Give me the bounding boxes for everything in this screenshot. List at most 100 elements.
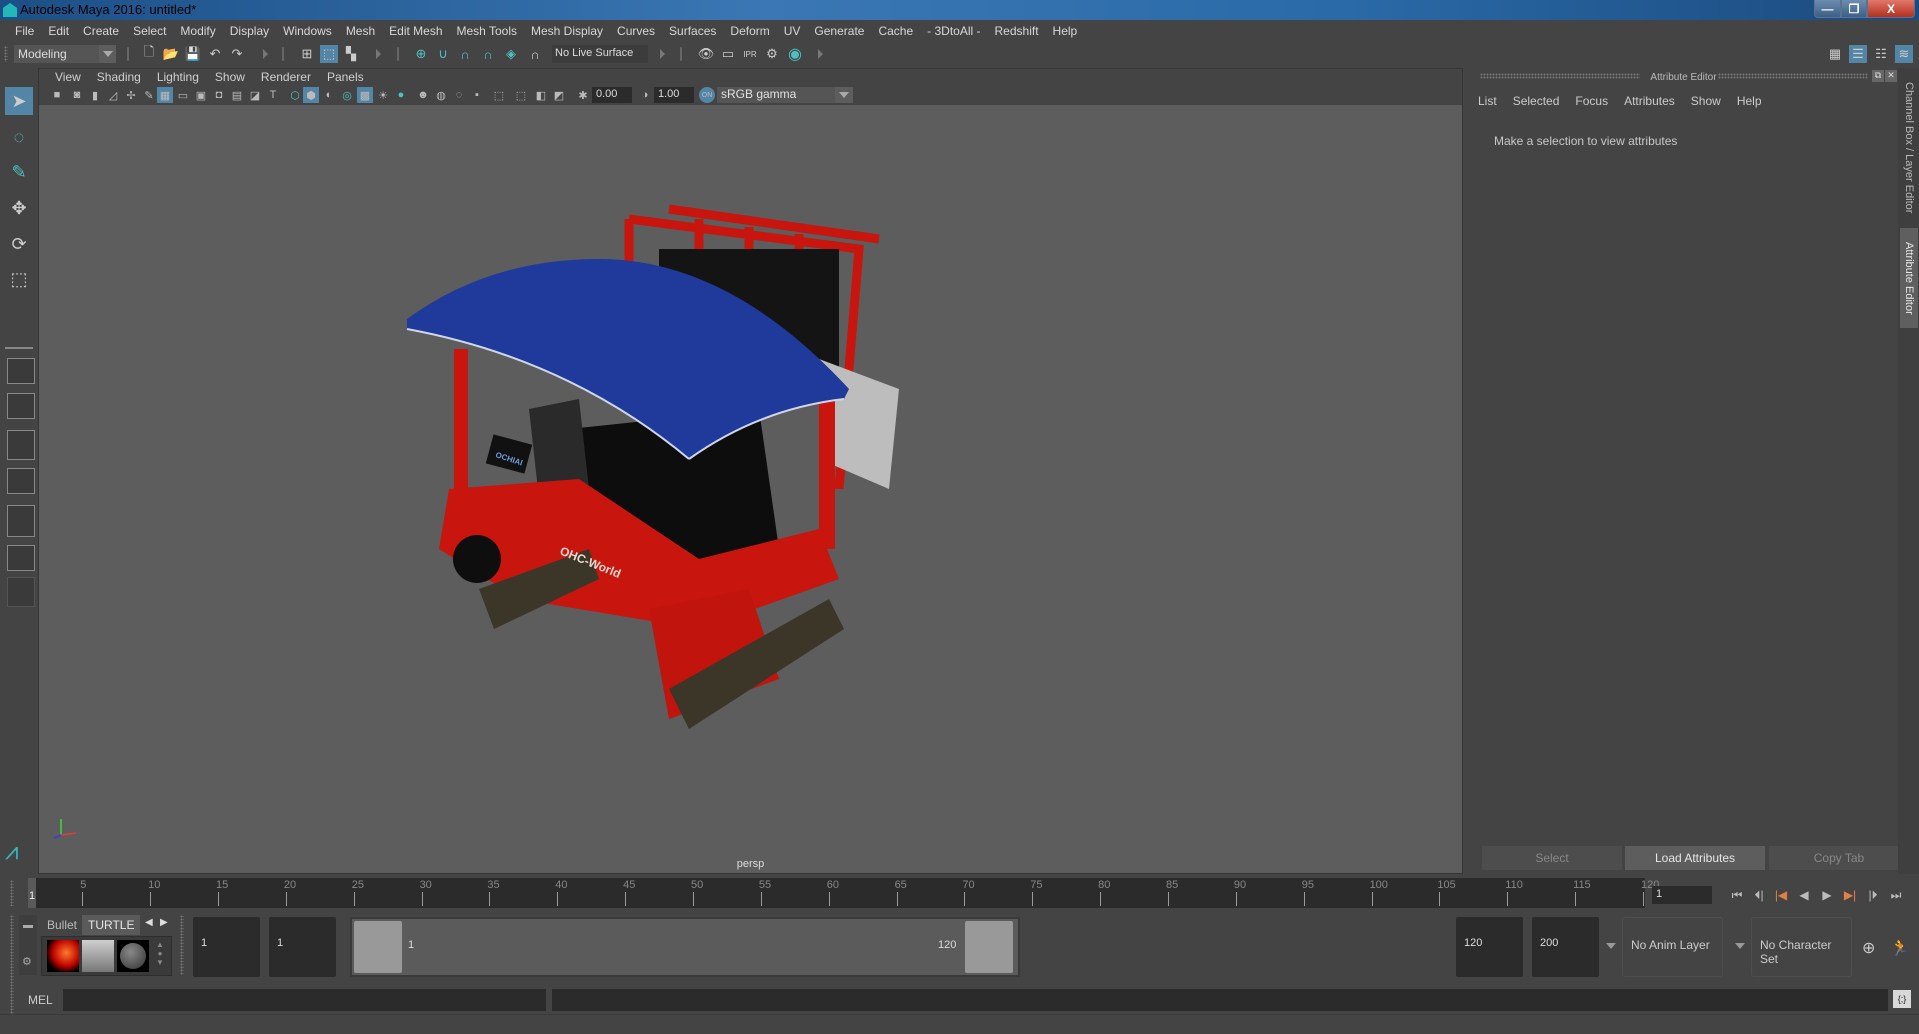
select-by-object-icon[interactable]: ⬚ — [320, 45, 338, 63]
range-start-handle[interactable] — [354, 921, 402, 973]
outliner-persp-layout-button[interactable] — [7, 430, 35, 460]
single-pane-layout-button[interactable] — [7, 358, 35, 384]
menu-file[interactable]: File — [8, 24, 41, 38]
collapse-arrow-icon[interactable] — [263, 49, 268, 59]
viewport-menu-lighting[interactable]: Lighting — [149, 70, 207, 84]
select-tool-icon[interactable]: ➤ — [5, 87, 33, 115]
select-button[interactable]: Select — [1482, 846, 1622, 870]
character-set-field[interactable]: No Character Set — [1751, 917, 1852, 977]
select-by-component-icon[interactable]: ▚ — [342, 45, 360, 63]
command-input[interactable] — [63, 989, 546, 1011]
minimize-button[interactable]: — — [1814, 0, 1841, 18]
view-transform-dropdown[interactable]: sRGB gamma — [717, 87, 853, 103]
shelf-menu-icon[interactable] — [23, 925, 33, 928]
menu-deform[interactable]: Deform — [723, 24, 776, 38]
step-back-frame-icon[interactable]: ⏴| — [1750, 886, 1768, 904]
ae-menu-help[interactable]: Help — [1737, 94, 1762, 108]
viewport-menu-view[interactable]: View — [47, 70, 89, 84]
film-gate-icon[interactable]: ▭ — [175, 87, 191, 103]
shelf-tab-turtle[interactable]: TURTLE — [82, 915, 141, 935]
tab-attribute-editor[interactable]: Attribute Editor — [1900, 228, 1918, 328]
viewport-menu-show[interactable]: Show — [207, 70, 253, 84]
live-surface-field[interactable]: No Live Surface — [552, 45, 648, 63]
menu-generate[interactable]: Generate — [807, 24, 871, 38]
shelf-scroll-left-icon[interactable]: ◀ — [145, 917, 153, 928]
command-language-label[interactable]: MEL — [28, 993, 53, 1007]
anim-layer-dropdown-arrow-icon[interactable] — [1606, 943, 1616, 949]
viewport-menu-shading[interactable]: Shading — [89, 70, 149, 84]
xray-icon[interactable]: ◎ — [339, 87, 355, 103]
step-forward-frame-icon[interactable]: |⏵ — [1864, 886, 1882, 904]
menu-edit[interactable]: Edit — [41, 24, 76, 38]
2d-pan-zoom-icon[interactable]: ✢ — [123, 87, 139, 103]
render-view-icon[interactable]: 👁 — [697, 45, 715, 63]
ae-menu-focus[interactable]: Focus — [1575, 94, 1608, 108]
rotate-tool-icon[interactable]: ⟳ — [5, 230, 33, 258]
menu-select[interactable]: Select — [126, 24, 173, 38]
attribute-editor-toggle-icon[interactable]: ☰ — [1849, 45, 1867, 63]
menu-help[interactable]: Help — [1046, 24, 1085, 38]
backface-culling-icon[interactable]: ◩ — [551, 87, 567, 103]
undo-icon[interactable]: ↶ — [206, 45, 224, 63]
animation-start-field[interactable]: 1 — [193, 917, 260, 977]
depth-of-field-icon[interactable]: ▪ — [469, 87, 485, 103]
turtle-bake-icon[interactable] — [47, 940, 79, 972]
viewport-panel[interactable]: View Shading Lighting Show Renderer Pane… — [38, 68, 1463, 874]
safe-title-icon[interactable]: T — [265, 87, 281, 103]
load-attributes-button[interactable]: Load Attributes — [1625, 846, 1765, 870]
lasso-tool-icon[interactable]: ◌ — [5, 123, 33, 151]
shelf-settings-icon[interactable]: ⚙ — [22, 955, 32, 968]
exposure-field[interactable]: 0.00 — [592, 87, 632, 103]
turtle-render-icon[interactable] — [82, 940, 114, 972]
menu-mesh-tools[interactable]: Mesh Tools — [450, 24, 524, 38]
ae-menu-list[interactable]: List — [1478, 94, 1497, 108]
smooth-shade-icon[interactable]: ⬢ — [303, 87, 319, 103]
ipr-render-icon[interactable]: IPR — [741, 45, 759, 63]
collapse-arrow-icon[interactable] — [376, 49, 381, 59]
open-scene-icon[interactable]: 📂 — [162, 45, 180, 63]
toolbar-grip[interactable] — [4, 46, 8, 62]
select-by-hierarchy-icon[interactable]: ⊞ — [298, 45, 316, 63]
save-scene-icon[interactable]: 💾 — [184, 45, 202, 63]
persp-graph-layout-button[interactable] — [7, 468, 35, 494]
playback-start-field[interactable]: 1 — [269, 917, 336, 977]
close-button[interactable]: X — [1867, 0, 1915, 18]
snap-to-curve-icon[interactable]: ∪ — [434, 45, 452, 63]
script-editor-icon[interactable]: {;} — [1893, 990, 1911, 1008]
shelf-tab-bullet[interactable]: Bullet — [41, 915, 83, 935]
camera-icon[interactable]: ■ — [49, 87, 65, 103]
anim-layer-field[interactable]: No Anim Layer — [1622, 917, 1723, 977]
range-grip[interactable] — [180, 915, 184, 975]
range-slider[interactable]: 1 120 — [350, 917, 1020, 977]
four-pane-layout-button[interactable] — [7, 393, 35, 419]
current-frame-field[interactable]: 1 — [1652, 886, 1712, 904]
snap-to-surface-icon[interactable]: ∩ — [526, 45, 544, 63]
camera-attributes-icon[interactable]: ◙ — [69, 87, 85, 103]
color-management-toggle[interactable]: ON — [699, 87, 715, 103]
wireframe-icon[interactable]: ⬡ — [287, 87, 303, 103]
auto-key-icon[interactable]: ⊕ — [1862, 938, 1875, 958]
tool-settings-icon[interactable]: ☷ — [1872, 45, 1890, 63]
paint-select-tool-icon[interactable]: ✎ — [5, 158, 33, 186]
resolution-gate-icon[interactable]: ▣ — [193, 87, 209, 103]
menu-edit-mesh[interactable]: Edit Mesh — [382, 24, 449, 38]
go-to-start-icon[interactable]: ⏮ — [1728, 886, 1746, 904]
textured-icon[interactable]: ▩ — [357, 87, 373, 103]
panel-grip[interactable] — [1718, 73, 1868, 79]
maximize-button[interactable]: ❐ — [1841, 0, 1867, 18]
menu-curves[interactable]: Curves — [610, 24, 662, 38]
new-scene-icon[interactable]: 🗋 — [140, 44, 158, 63]
gamma-field[interactable]: 1.00 — [654, 87, 694, 103]
menu-create[interactable]: Create — [76, 24, 126, 38]
menu-cache[interactable]: Cache — [871, 24, 920, 38]
menu-mesh[interactable]: Mesh — [339, 24, 382, 38]
collapse-arrow-icon[interactable] — [660, 49, 665, 59]
shadows-icon[interactable]: ● — [393, 87, 409, 103]
redo-icon[interactable]: ↷ — [228, 45, 246, 63]
time-slider-grip[interactable] — [10, 880, 14, 906]
menu-3dtoall[interactable]: - 3DtoAll - — [920, 24, 987, 38]
gate-mask-icon[interactable]: ◘ — [211, 87, 227, 103]
play-forwards-icon[interactable]: ▶ — [1818, 886, 1836, 904]
collapse-arrow-icon[interactable] — [818, 49, 823, 59]
go-to-end-icon[interactable]: ⏭ — [1887, 886, 1905, 904]
